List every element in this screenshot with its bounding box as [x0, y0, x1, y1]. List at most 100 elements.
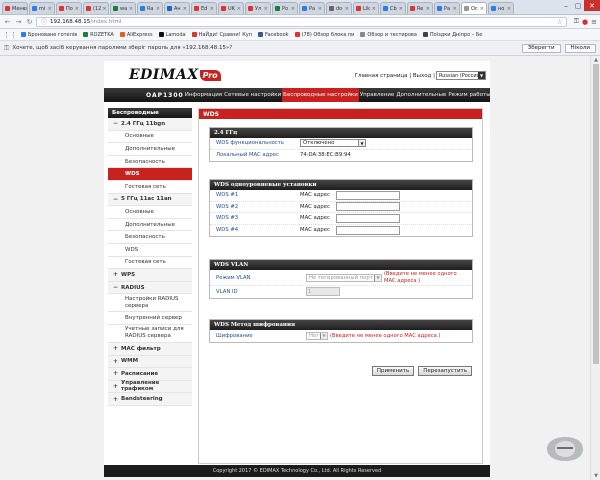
tab-close-icon[interactable]: × [182, 6, 187, 12]
bookmark-item[interactable]: НаЙди! Сравни! Куп [191, 32, 252, 38]
sidebar-item[interactable]: Настройки RADIUS сервера [108, 294, 192, 313]
vlan-id-input[interactable]: 1 [306, 287, 340, 297]
browser-tab[interactable]: По × [56, 2, 82, 14]
mac-address-input[interactable] [336, 213, 400, 223]
menu-icon[interactable]: ≡ [591, 18, 597, 26]
minimize-icon[interactable]: – [560, 0, 572, 11]
sidebar-item[interactable]: WDS [108, 243, 192, 257]
browser-tab[interactable]: Ра × [299, 2, 325, 14]
restart-button[interactable]: Перезапустить [418, 366, 472, 376]
tab-close-icon[interactable]: × [371, 6, 376, 12]
sidebar-item[interactable]: WDS [108, 168, 192, 181]
sidebar-item[interactable]: Основные [108, 130, 192, 144]
sidebar-group[interactable]: + WPS [108, 269, 192, 282]
browser-tab[interactable]: Ан × [164, 2, 190, 14]
sidebar-item[interactable]: Учетные записи для RADIUS сервера [108, 324, 192, 343]
sidebar-item[interactable]: Дополнительные [108, 218, 192, 232]
forward-icon[interactable]: → [14, 17, 23, 26]
browser-tab[interactable]: Ed × [191, 2, 217, 14]
tab-close-icon[interactable]: × [209, 6, 214, 12]
sidebar-group[interactable]: + WMM [108, 355, 192, 369]
browser-tab[interactable]: Re × [407, 2, 433, 14]
mac-address-input[interactable] [336, 202, 400, 212]
tab-close-icon[interactable]: × [452, 6, 457, 12]
browser-tab[interactable]: wa × [110, 2, 136, 14]
main-menu-item[interactable]: Режим работы [447, 88, 491, 102]
bookmark-star-icon[interactable]: ☆ [556, 18, 562, 26]
password-key-icon[interactable]: ⚿ [574, 17, 579, 26]
scroll-down-icon[interactable]: ▼ [591, 472, 600, 480]
browser-tab[interactable]: do × [326, 2, 352, 14]
browser-tab[interactable]: Cb × [380, 2, 406, 14]
browser-tab[interactable]: Ос × [461, 2, 487, 14]
browser-tab[interactable]: Lik × [353, 2, 379, 14]
main-menu-item[interactable]: Дополнительные [395, 88, 447, 102]
mac-address-input[interactable] [336, 190, 400, 200]
close-window-icon[interactable]: ✕ [584, 0, 600, 11]
sidebar-item[interactable]: Гостевая сеть [108, 256, 192, 270]
back-icon[interactable]: ← [3, 17, 12, 26]
browser-tab[interactable]: UK × [218, 2, 244, 14]
save-password-button[interactable]: Зберегти [521, 43, 561, 53]
browser-tab[interactable]: Ra × [137, 2, 163, 14]
tab-close-icon[interactable]: × [155, 6, 160, 12]
tab-close-icon[interactable]: × [101, 6, 106, 12]
sidebar-item[interactable]: Внутренний сервер [108, 312, 192, 325]
apply-button[interactable]: Применить [371, 366, 415, 376]
vertical-scrollbar[interactable]: ▲ ▼ [590, 56, 600, 480]
bookmark-item[interactable]: Поїздки Дніпро – Бе [422, 32, 482, 38]
extension-icon[interactable]: ● [582, 18, 588, 26]
apps-icon[interactable]: ⋮⋮ [3, 31, 17, 39]
page-info-icon[interactable]: ⓘ [41, 17, 47, 26]
maximize-icon[interactable]: ▢ [572, 0, 584, 11]
sidebar-group[interactable]: + Управление трафиком [108, 380, 192, 394]
browser-tab[interactable]: Ро × [272, 2, 298, 14]
sidebar-group[interactable]: + Bandsteering [108, 393, 192, 406]
browser-tab[interactable]: (12 × [83, 2, 109, 14]
vlan-mode-select[interactable]: Не тегированный порт ▼ [306, 273, 382, 282]
browser-tab[interactable]: Ра × [434, 2, 460, 14]
sidebar-group[interactable]: −2.4 ГГц 11bgn [108, 118, 192, 131]
tab-close-icon[interactable]: × [398, 6, 403, 12]
language-select[interactable]: Russian (Россия) ▼ [436, 71, 486, 80]
tab-close-icon[interactable]: × [128, 6, 133, 12]
reload-icon[interactable]: ↻ [25, 17, 34, 26]
scrollbar-thumb[interactable] [593, 64, 599, 364]
tab-close-icon[interactable]: × [344, 6, 349, 12]
bookmark-item[interactable]: ROZETKA [83, 32, 114, 38]
main-menu-item[interactable]: Информация [184, 88, 223, 102]
sidebar-group[interactable]: − RADIUS [108, 281, 192, 295]
tab-close-icon[interactable]: × [47, 6, 52, 12]
top-links[interactable]: Главная страница | Выход | [355, 73, 435, 79]
tab-close-icon[interactable]: × [27, 6, 28, 12]
main-menu-item[interactable]: Управление [359, 88, 396, 102]
browser-tab[interactable]: Ул × [245, 2, 271, 14]
sidebar-group[interactable]: + MAC фильтр [108, 342, 192, 356]
main-menu-item[interactable]: Сетевые настройки [223, 88, 282, 102]
sidebar-group[interactable]: −5 ГГц 11ac 11an [108, 193, 192, 207]
sidebar-item[interactable]: Безопасность [108, 155, 192, 169]
browser-tab[interactable]: Меню× [2, 2, 28, 14]
sidebar-item[interactable]: Безопасность [108, 231, 192, 244]
browser-tab[interactable]: mi × [29, 2, 55, 14]
tab-close-icon[interactable]: × [236, 6, 241, 12]
bookmark-item[interactable]: Броноване готелів [21, 32, 77, 38]
mac-address-input[interactable] [336, 225, 400, 235]
bookmark-item[interactable]: (78) Обзор блока пи [294, 32, 354, 38]
tab-close-icon[interactable]: × [506, 6, 511, 12]
encryption-select[interactable]: Нет ▼ [306, 331, 328, 340]
bookmark-item[interactable]: Lamoda [158, 32, 186, 38]
never-save-button[interactable]: Ніколи [564, 43, 596, 53]
tab-close-icon[interactable]: × [425, 6, 430, 12]
tab-close-icon[interactable]: × [74, 6, 79, 12]
sidebar-item[interactable]: Основные [108, 206, 192, 219]
tab-close-icon[interactable]: × [290, 6, 295, 12]
bookmark-item[interactable]: Обзор и тестирова [360, 32, 417, 38]
url-field[interactable]: ⓘ 192.168.48.15/index.html ☆ [36, 16, 567, 27]
main-menu-item[interactable]: Беспроводные настройки [282, 88, 359, 102]
browser-tab[interactable]: но × [488, 2, 514, 14]
sidebar-item[interactable]: Дополнительные [108, 143, 192, 156]
wds-function-select[interactable]: Отключено ▼ [300, 139, 366, 148]
bookmark-item[interactable]: Facebook [258, 32, 289, 38]
tab-close-icon[interactable]: × [479, 6, 484, 12]
